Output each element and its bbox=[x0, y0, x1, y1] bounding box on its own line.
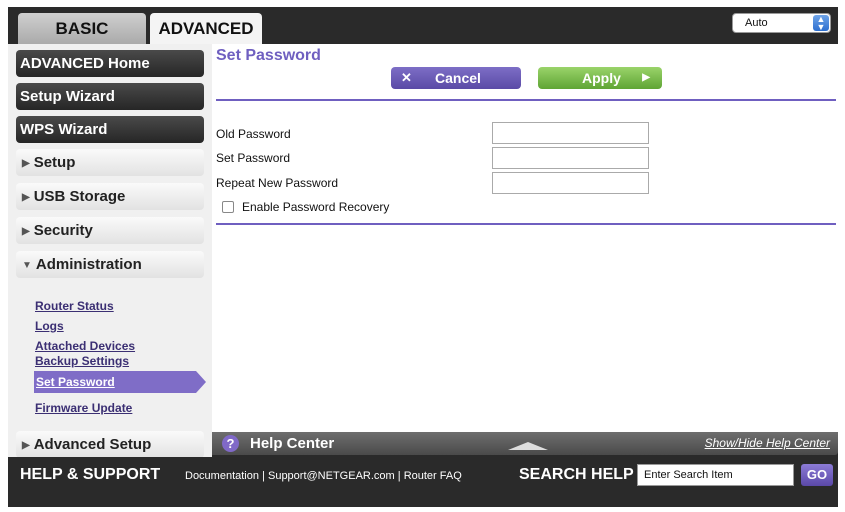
expand-arrow-icon: ▶ bbox=[22, 440, 30, 451]
top-tab-bar: BASIC ADVANCED Auto ▲ ▼ bbox=[8, 7, 838, 45]
set-password-label: Set Password bbox=[216, 151, 291, 165]
sidebar-item-wps-wizard[interactable]: WPS Wizard bbox=[16, 116, 204, 143]
sidebar-item-setup-wizard[interactable]: Setup Wizard bbox=[16, 83, 204, 110]
expand-arrow-icon: ▶ bbox=[22, 192, 30, 203]
close-icon: ✕ bbox=[401, 70, 412, 85]
sidebar-item-usb-storage[interactable]: ▶ USB Storage bbox=[16, 183, 204, 210]
router-faq-link[interactable]: Router FAQ bbox=[404, 470, 462, 482]
footer-links: Documentation | Support@NETGEAR.com | Ro… bbox=[185, 470, 462, 482]
sidebar-item-label: USB Storage bbox=[33, 188, 126, 205]
help-center-title: Help Center bbox=[250, 435, 335, 452]
page-title: Set Password bbox=[216, 47, 321, 64]
help-question-icon: ? bbox=[222, 435, 239, 452]
divider bbox=[216, 223, 836, 225]
sidebar-item-security[interactable]: ▶ Security bbox=[16, 217, 204, 244]
sidebar-item-administration[interactable]: ▼ Administration bbox=[16, 251, 204, 278]
sidebar-item-label: Setup bbox=[33, 154, 76, 171]
expand-arrow-icon: ▶ bbox=[22, 158, 30, 169]
submenu-router-status[interactable]: Router Status bbox=[35, 299, 114, 313]
old-password-field[interactable] bbox=[492, 122, 649, 144]
sidebar-item-advanced-setup[interactable]: ▶ Advanced Setup bbox=[16, 431, 204, 458]
password-recovery-label: Enable Password Recovery bbox=[242, 200, 390, 214]
sidebar-item-setup[interactable]: ▶ Setup bbox=[16, 149, 204, 176]
router-admin-frame: BASIC ADVANCED Auto ▲ ▼ ADVANCED Home Set… bbox=[8, 7, 838, 507]
support-email-link[interactable]: Support@NETGEAR.com bbox=[268, 470, 395, 482]
search-input[interactable]: Enter Search Item bbox=[637, 464, 794, 486]
tab-basic[interactable]: BASIC bbox=[18, 13, 146, 45]
expand-arrow-icon: ▶ bbox=[22, 226, 30, 237]
main-panel: Set Password ✕ Cancel Apply ▶ Old Passwo… bbox=[212, 44, 838, 432]
password-recovery-checkbox[interactable] bbox=[222, 201, 234, 213]
apply-button[interactable]: Apply ▶ bbox=[538, 67, 662, 89]
divider bbox=[216, 99, 836, 101]
help-center-bar[interactable]: ? Help Center Show/Hide Help Center bbox=[212, 432, 838, 455]
language-select[interactable]: Auto ▲ ▼ bbox=[732, 13, 831, 33]
play-arrow-icon: ▶ bbox=[642, 72, 650, 83]
tab-advanced[interactable]: ADVANCED bbox=[150, 13, 262, 45]
repeat-password-field[interactable] bbox=[492, 172, 649, 194]
go-button[interactable]: GO bbox=[801, 464, 833, 486]
submenu-set-password[interactable]: Set Password bbox=[34, 371, 206, 393]
sidebar-item-label: Security bbox=[33, 222, 93, 239]
footer: HELP & SUPPORT Documentation | Support@N… bbox=[8, 457, 838, 507]
sidebar-item-advanced-home[interactable]: ADVANCED Home bbox=[16, 50, 204, 77]
apply-button-label: Apply bbox=[582, 70, 621, 86]
submenu-logs[interactable]: Logs bbox=[35, 319, 64, 333]
submenu-set-password-label: Set Password bbox=[36, 375, 115, 389]
select-arrows-icon: ▲ ▼ bbox=[813, 15, 829, 32]
submenu-firmware-update[interactable]: Firmware Update bbox=[35, 401, 132, 415]
sidebar-item-label: Administration bbox=[35, 256, 142, 273]
collapse-arrow-icon: ▼ bbox=[22, 260, 32, 271]
submenu-backup-settings[interactable]: Backup Settings bbox=[35, 354, 129, 368]
set-password-field[interactable] bbox=[492, 147, 649, 169]
sidebar-item-label: Advanced Setup bbox=[33, 436, 152, 453]
show-hide-help-link[interactable]: Show/Hide Help Center bbox=[705, 436, 830, 450]
old-password-label: Old Password bbox=[216, 127, 291, 141]
cancel-button-label: Cancel bbox=[435, 70, 481, 86]
repeat-password-label: Repeat New Password bbox=[216, 176, 339, 190]
cancel-button[interactable]: ✕ Cancel bbox=[391, 67, 521, 89]
sidebar: ADVANCED Home Setup Wizard WPS Wizard ▶ S… bbox=[8, 44, 212, 461]
documentation-link[interactable]: Documentation bbox=[185, 470, 259, 482]
language-select-value: Auto bbox=[745, 17, 768, 29]
expand-up-icon[interactable] bbox=[508, 442, 548, 450]
search-help-title: SEARCH HELP bbox=[519, 466, 634, 483]
submenu-attached-devices[interactable]: Attached Devices bbox=[35, 339, 135, 353]
help-support-title: HELP & SUPPORT bbox=[20, 466, 161, 483]
